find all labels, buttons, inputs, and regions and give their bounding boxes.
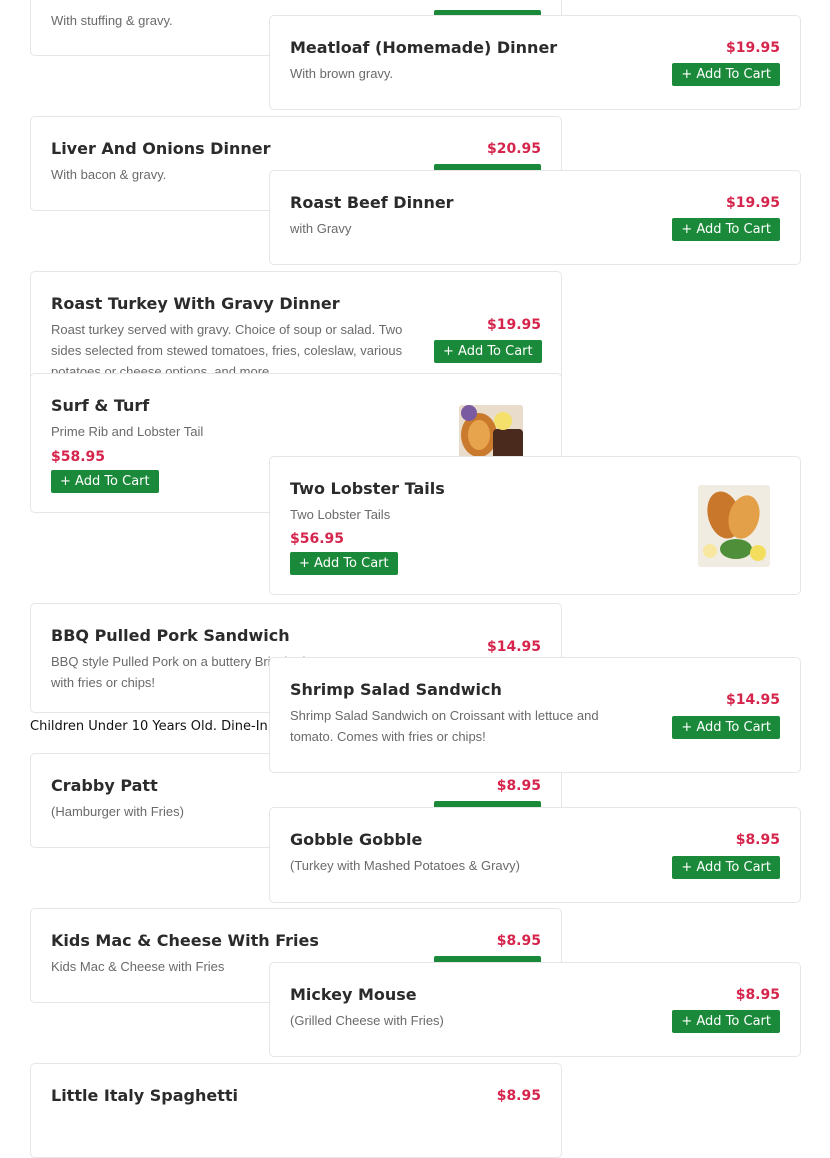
- item-price: $19.95: [725, 40, 780, 56]
- item-title: Kids Mac & Cheese With Fries: [51, 931, 319, 950]
- menu-item-card[interactable]: Roast Turkey With Gravy Dinner Roast tur…: [30, 271, 562, 381]
- item-title: Gobble Gobble: [290, 830, 423, 849]
- menu-item-card[interactable]: Mickey Mouse (Grilled Cheese with Fries)…: [269, 962, 801, 1057]
- item-description: Kids Mac & Cheese with Fries: [51, 959, 225, 974]
- item-title: Little Italy Spaghetti: [51, 1086, 239, 1105]
- menu-item-card[interactable]: Roast Beef Dinner with Gravy $19.95 + Ad…: [269, 170, 801, 265]
- item-price: $19.95: [725, 195, 780, 211]
- item-title: Liver And Onions Dinner: [51, 139, 271, 158]
- item-title: Mickey Mouse: [290, 985, 417, 1004]
- item-price: $58.95: [51, 449, 106, 465]
- item-description: (Grilled Cheese with Fries): [290, 1013, 444, 1028]
- item-title: Two Lobster Tails: [290, 479, 445, 498]
- add-to-cart-button[interactable]: + Add To Cart: [672, 1010, 780, 1033]
- item-title: BBQ Pulled Pork Sandwich: [51, 626, 290, 645]
- item-description: Shrimp Salad Sandwich on Croissant with …: [290, 708, 599, 744]
- item-description: With brown gravy.: [290, 66, 394, 81]
- item-title: Meatloaf (Homemade) Dinner: [290, 38, 558, 57]
- item-description: Two Lobster Tails: [290, 507, 391, 522]
- item-description: With bacon & gravy.: [51, 167, 167, 182]
- add-to-cart-button[interactable]: + Add To Cart: [672, 218, 780, 241]
- item-description: Roast turkey served with gravy. Choice o…: [51, 322, 403, 379]
- add-to-cart-button[interactable]: + Add To Cart: [672, 856, 780, 879]
- add-to-cart-button[interactable]: + Add To Cart: [290, 552, 398, 575]
- item-description: (Hamburger with Fries): [51, 804, 184, 819]
- item-title: Crabby Patt: [51, 776, 158, 795]
- add-to-cart-button[interactable]: + Add To Cart: [672, 716, 780, 739]
- item-title: Shrimp Salad Sandwich: [290, 680, 502, 699]
- add-to-cart-button[interactable]: + Add To Cart: [51, 470, 159, 493]
- item-price: $8.95: [496, 778, 541, 794]
- item-price: $8.95: [735, 987, 780, 1003]
- menu-item-card[interactable]: Two Lobster Tails Two Lobster Tails $56.…: [269, 456, 801, 595]
- menu-item-card[interactable]: Meatloaf (Homemade) Dinner With brown gr…: [269, 15, 801, 110]
- menu-item-card[interactable]: Little Italy Spaghetti $8.95: [30, 1063, 562, 1158]
- item-price: $8.95: [496, 933, 541, 949]
- item-title: Roast Beef Dinner: [290, 193, 454, 212]
- item-description: Prime Rib and Lobster Tail: [51, 424, 204, 439]
- item-title: Surf & Turf: [51, 396, 150, 415]
- item-price: $56.95: [290, 531, 345, 547]
- add-to-cart-button[interactable]: + Add To Cart: [434, 340, 542, 363]
- item-price: $8.95: [735, 832, 780, 848]
- menu-item-card[interactable]: Shrimp Salad Sandwich Shrimp Salad Sandw…: [269, 657, 801, 773]
- kids-menu-note: Children Under 10 Years Old. Dine-In Or: [30, 719, 288, 734]
- item-description: (Turkey with Mashed Potatoes & Gravy): [290, 858, 520, 873]
- item-price: $14.95: [725, 692, 780, 708]
- item-title: Roast Turkey With Gravy Dinner: [51, 294, 340, 313]
- item-price: $8.95: [496, 1088, 541, 1104]
- add-to-cart-button[interactable]: + Add To Cart: [672, 63, 780, 86]
- menu-item-card[interactable]: Gobble Gobble (Turkey with Mashed Potato…: [269, 807, 801, 903]
- item-description: with Gravy: [290, 221, 352, 236]
- item-price: $19.95: [486, 317, 541, 333]
- item-price: $14.95: [486, 639, 541, 655]
- item-description: With stuffing & gravy.: [51, 13, 173, 28]
- lobster-tails-photo: [698, 485, 770, 567]
- item-price: $20.95: [486, 141, 541, 157]
